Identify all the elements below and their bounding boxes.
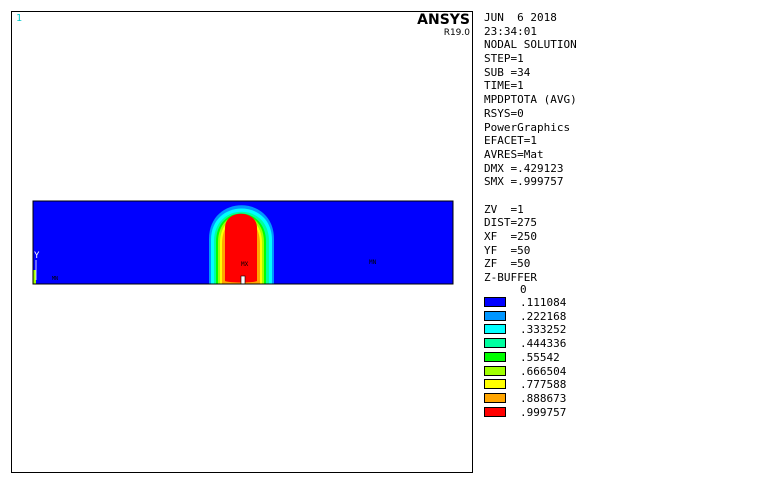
legend-swatch [484,365,506,376]
info-line: RSYS=0 [484,106,524,120]
legend-value: .444336 [520,337,567,351]
legend-value: .666504 [520,364,567,378]
info-line: 23:34:01 [484,24,537,38]
info-line: EFACET=1 [484,134,537,148]
legend-swatch [484,406,506,417]
legend-value: .111084 [520,296,567,309]
legend-swatch [484,310,506,321]
info-line: ZF =50 [484,257,531,271]
legend-swatch [484,324,506,335]
legend-swatch [484,351,506,362]
info-line: NODAL SOLUTION [484,38,577,52]
info-line: SMX =.999757 [484,175,564,189]
legend-value: .999757 [520,405,567,419]
min-marker: MN [52,276,58,282]
info-line: XF =250 [484,230,537,243]
band-level-9 [225,213,257,283]
info-line: TIME=1 [484,79,524,93]
legend-swatch [484,392,506,403]
legend-value: .55542 [520,350,560,364]
info-line [484,189,577,203]
info-line: AVRES=Mat [484,147,544,161]
graphics-viewport[interactable]: 1 ANSYS R19.0 Y MN MX MN [11,11,473,473]
info-line: DMX =.429123 [484,161,564,175]
legend-min-value: 0 [520,283,527,296]
info-line: MPDPTOTA (AVG) [484,93,577,107]
contour-plot: Y MN MX MN [32,200,454,285]
solution-info-panel: JUN 6 2018 23:34:01 NODAL SOLUTION STEP=1 SU… [484,11,577,285]
legend-value: .888673 [520,391,567,405]
legend-value: .333252 [520,323,567,337]
axis-y-label: Y [34,251,40,261]
info-line: DIST=275 [484,216,537,230]
bottom-notch [240,275,246,285]
max-marker: MX [241,261,249,268]
legend-swatch [484,338,506,349]
info-line: YF =50 [484,243,531,257]
legend-swatch [484,297,506,307]
secondary-marker: MN [369,259,377,266]
legend-swatch [484,379,506,390]
info-line: ZV =1 [484,202,524,216]
info-line: STEP=1 [484,52,524,66]
contour-bands [209,205,274,284]
info-line: SUB =34 [484,65,531,79]
info-line: JUN 6 2018 [484,11,557,24]
legend-value: .222168 [520,309,567,323]
info-line: Z-BUFFER [484,271,537,285]
legend-value: .777588 [520,378,567,392]
info-line: PowerGraphics [484,120,571,134]
